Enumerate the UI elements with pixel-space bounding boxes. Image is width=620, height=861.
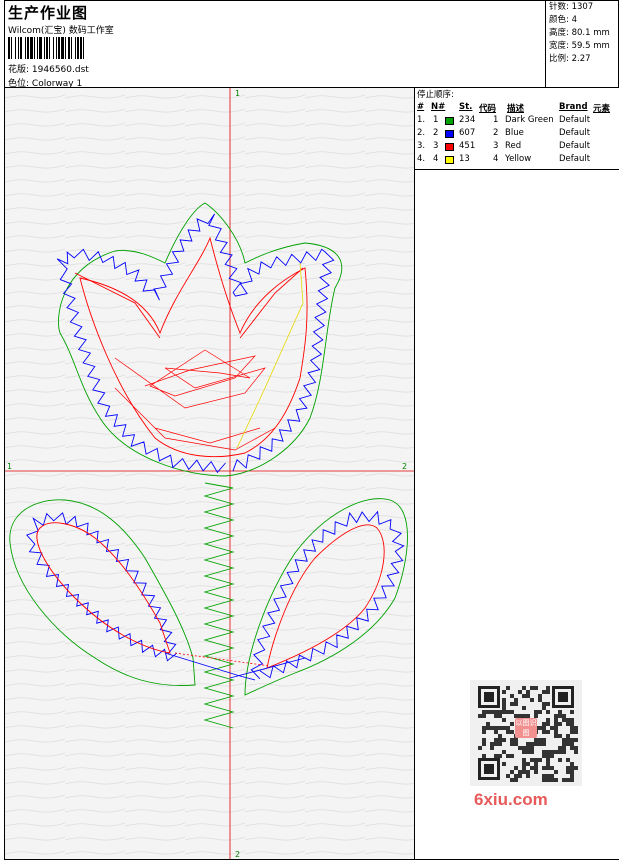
row-num: 4. bbox=[417, 154, 426, 164]
row-needle: 3 bbox=[433, 141, 439, 151]
stop-sequence-rows: 1. 1 234 1 Dark Green Default 2. 2 607 2 Blue Defau… bbox=[415, 115, 619, 167]
row-st: 607 bbox=[459, 128, 476, 138]
pattern-line: 花版: 1946560.dst bbox=[8, 62, 89, 75]
panel-divider bbox=[415, 169, 619, 170]
stop-sequence-title: 停止顺序: bbox=[417, 90, 454, 100]
info-width: 宽度: 59.5 mm bbox=[549, 41, 610, 51]
row-needle: 4 bbox=[433, 154, 439, 164]
design-info: 针数: 1307 颜色: 4 高度: 80.1 mm 宽度: 59.5 mm 比… bbox=[545, 1, 619, 87]
row-num: 3. bbox=[417, 141, 426, 151]
row-desc: Red bbox=[505, 141, 522, 151]
row-brand: Default bbox=[559, 128, 591, 138]
info-colors: 颜色: 4 bbox=[549, 15, 577, 25]
info-height: 高度: 80.1 mm bbox=[549, 28, 610, 38]
info-ratio: 比例: 2.27 bbox=[549, 54, 591, 64]
axis-label-bottom: 2 bbox=[235, 850, 240, 859]
watermark: 以图识图 6xiu.com bbox=[470, 680, 582, 810]
row-brand: Default bbox=[559, 154, 591, 164]
pattern-value: 1946560.dst bbox=[31, 65, 89, 75]
row-st: 13 bbox=[459, 154, 470, 164]
color-swatch bbox=[445, 156, 454, 164]
axis-label-right: 2 bbox=[402, 462, 407, 471]
col-header-element: 元素 bbox=[593, 104, 611, 114]
watermark-text: 6xiu.com bbox=[474, 790, 548, 809]
row-code: 1 bbox=[493, 115, 499, 125]
sheet-title: 生产作业图 bbox=[8, 4, 89, 22]
axis-label-top: 1 bbox=[235, 89, 240, 98]
row-desc: Dark Green bbox=[505, 115, 554, 125]
row-num: 1. bbox=[417, 115, 426, 125]
company-name: Wilcom(汇宝) 数码工作室 bbox=[8, 26, 114, 36]
fabric-texture bbox=[5, 88, 414, 859]
embroidery-preview: 1 2 1 2 bbox=[5, 88, 414, 859]
row-brand: Default bbox=[559, 115, 591, 125]
color-swatch bbox=[445, 117, 454, 125]
stop-sequence-row[interactable]: 1. 1 234 1 Dark Green Default bbox=[415, 115, 619, 128]
row-num: 2. bbox=[417, 128, 426, 138]
row-st: 451 bbox=[459, 141, 476, 151]
watermark-stamp: 以图识图 bbox=[515, 718, 537, 738]
color-swatch bbox=[445, 143, 454, 151]
header: 生产作业图 Wilcom(汇宝) 数码工作室 花版: 1946560.dst 色… bbox=[5, 1, 545, 89]
col-header-stitches: St. bbox=[459, 102, 473, 112]
stop-sequence-row[interactable]: 3. 3 451 3 Red Default bbox=[415, 141, 619, 154]
info-stitches: 针数: 1307 bbox=[549, 2, 594, 12]
row-st: 234 bbox=[459, 115, 476, 125]
pattern-label: 花版: bbox=[8, 65, 30, 75]
row-brand: Default bbox=[559, 141, 591, 151]
col-header-code: 代码 bbox=[479, 104, 497, 114]
col-header-num: # bbox=[417, 102, 425, 112]
barcode bbox=[8, 37, 84, 59]
design-canvas[interactable]: 1 2 1 2 bbox=[5, 88, 414, 859]
row-code: 2 bbox=[493, 128, 499, 138]
color-swatch bbox=[445, 130, 454, 138]
row-desc: Blue bbox=[505, 128, 524, 138]
col-header-desc: 描述 bbox=[507, 104, 525, 114]
row-needle: 1 bbox=[433, 115, 439, 125]
row-needle: 2 bbox=[433, 128, 439, 138]
col-header-needle: N# bbox=[431, 102, 446, 112]
row-code: 3 bbox=[493, 141, 499, 151]
stop-sequence-row[interactable]: 4. 4 13 4 Yellow Default bbox=[415, 154, 619, 167]
col-header-brand: Brand bbox=[559, 102, 588, 112]
axis-label-left: 1 bbox=[7, 462, 12, 471]
row-code: 4 bbox=[493, 154, 499, 164]
row-desc: Yellow bbox=[505, 154, 532, 164]
stop-sequence-row[interactable]: 2. 2 607 2 Blue Default bbox=[415, 128, 619, 141]
